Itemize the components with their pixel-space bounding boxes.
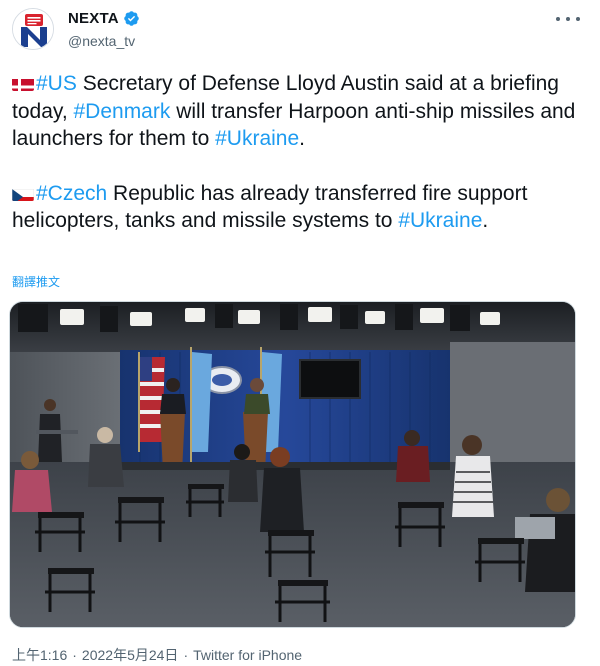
- separator-dot: ·: [183, 647, 189, 663]
- separator-dot: ·: [72, 647, 77, 663]
- tweet: NEXTA @nexta_tv #US Secretary of Defense…: [0, 0, 600, 666]
- denmark-flag-icon: [12, 75, 34, 91]
- author-name-row[interactable]: NEXTA: [68, 10, 140, 27]
- tweet-paragraph-1: #US Secretary of Defense Lloyd Austin sa…: [12, 70, 582, 153]
- tweet-metadata: 上午1:16 · 2022年5月24日 · Twitter for iPhone: [12, 645, 302, 665]
- hashtag-czech[interactable]: #Czech: [36, 182, 107, 205]
- translate-tweet-link[interactable]: 翻譯推文: [12, 273, 60, 290]
- press-briefing-photo: [10, 302, 575, 627]
- tweet-paragraph-2: #Czech Republic has already transferred …: [12, 180, 582, 235]
- tweet-time[interactable]: 上午1:16: [12, 645, 67, 665]
- avatar[interactable]: [12, 8, 54, 50]
- more-options-icon[interactable]: [556, 10, 580, 28]
- dot-icon: [576, 17, 580, 21]
- tweet-text: #US Secretary of Defense Lloyd Austin sa…: [12, 70, 582, 235]
- hashtag-ukraine[interactable]: #Ukraine: [215, 127, 299, 150]
- hashtag-denmark[interactable]: #Denmark: [73, 100, 170, 123]
- nexta-logo-icon: [13, 9, 53, 49]
- tweet-source[interactable]: Twitter for iPhone: [193, 647, 302, 663]
- hashtag-ukraine[interactable]: #Ukraine: [398, 209, 482, 232]
- hashtag-us[interactable]: #US: [36, 72, 77, 95]
- author-handle[interactable]: @nexta_tv: [68, 33, 135, 49]
- tweet-date[interactable]: 2022年5月24日: [82, 645, 179, 665]
- author-display-name[interactable]: NEXTA: [68, 10, 119, 27]
- tweet-media-photo[interactable]: [9, 301, 576, 628]
- dot-icon: [556, 17, 560, 21]
- tweet-text-segment: .: [299, 127, 305, 150]
- czech-flag-icon: [12, 185, 34, 201]
- verified-badge-icon: [123, 11, 139, 26]
- tweet-text-segment: .: [482, 209, 489, 232]
- dot-icon: [566, 17, 570, 21]
